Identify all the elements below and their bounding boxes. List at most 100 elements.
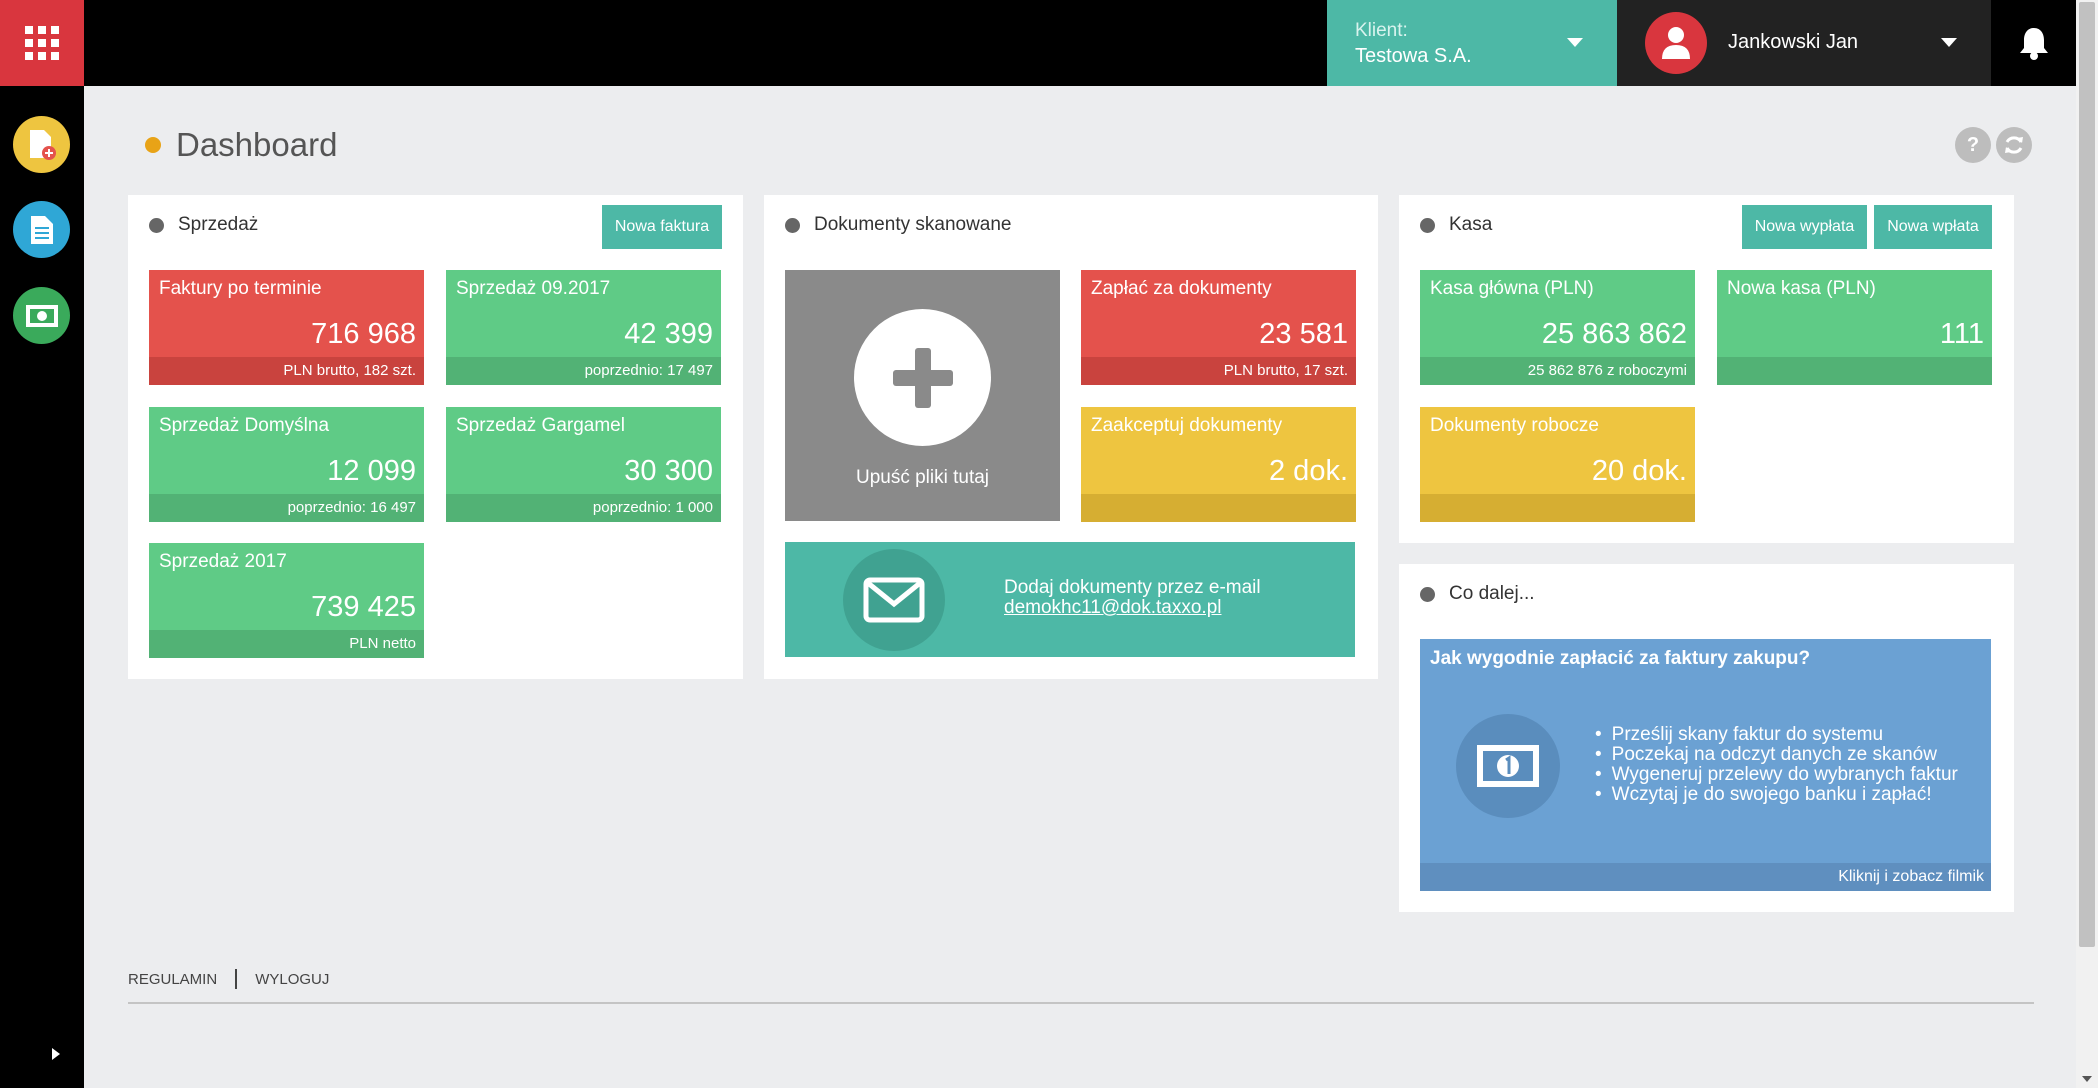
email-address-link[interactable]: demokhc11@dok.taxxo.pl xyxy=(1004,598,1261,618)
refresh-button[interactable] xyxy=(1996,127,2032,163)
chevron-down-icon xyxy=(1941,38,1957,47)
tile-value: 20 dok. xyxy=(1591,455,1687,487)
client-selector[interactable]: Klient: Testowa S.A. xyxy=(1327,0,1617,86)
scanned-documents-panel: Dokumenty skanowane Upuść pliki tutaj Za… xyxy=(764,195,1378,679)
drop-label: Upuść pliki tutaj xyxy=(855,467,990,488)
scrollbar[interactable] xyxy=(2076,0,2098,1088)
list-item: Wczytaj je do swojego banku i zapłać! xyxy=(1595,785,1958,805)
guide-circle xyxy=(1456,714,1560,818)
page-title: Dashboard xyxy=(176,126,338,163)
user-menu[interactable]: Jankowski Jan xyxy=(1617,0,1991,86)
panel-dot xyxy=(785,217,800,233)
sidebar-expand-arrow[interactable] xyxy=(52,1048,60,1060)
tile-footer: PLN brutto, 182 szt. xyxy=(149,357,424,385)
guide-steps-list: Prześlij skany faktur do systemu Poczeka… xyxy=(1595,725,1958,805)
scrollbar-thumb[interactable] xyxy=(2079,2,2095,947)
sales-year-tile[interactable]: Sprzedaż 2017 739 425 PLN netto xyxy=(149,543,424,658)
email-circle xyxy=(843,549,945,651)
cash-panel-header: Kasa xyxy=(1420,214,1492,236)
panel-dot xyxy=(1420,586,1435,602)
what-next-panel-title: Co dalej... xyxy=(1449,583,1535,604)
email-caption: Dodaj dokumenty przez e-mail xyxy=(1004,577,1261,598)
help-icon: ? xyxy=(1966,133,1980,156)
new-payin-button[interactable]: Nowa wpłata xyxy=(1874,205,1992,249)
chevron-down-icon xyxy=(1567,38,1583,47)
tile-value: 12 099 xyxy=(327,455,416,487)
overdue-invoices-tile[interactable]: Faktury po terminie 716 968 PLN brutto, … xyxy=(149,270,424,385)
help-button[interactable]: ? xyxy=(1955,127,1991,163)
guide-title: Jak wygodnie zapłacić za faktury zakupu? xyxy=(1430,648,1811,669)
sales-gargamel-tile[interactable]: Sprzedaż Gargamel 30 300 poprzednio: 1 0… xyxy=(446,407,721,522)
tile-label: Sprzedaż 09.2017 xyxy=(456,278,611,299)
page-header: Dashboard xyxy=(145,126,337,164)
scroll-down-arrow[interactable] xyxy=(2082,1076,2092,1082)
tile-label: Dokumenty robocze xyxy=(1430,415,1599,436)
status-dot xyxy=(145,137,161,153)
sales-default-tile[interactable]: Sprzedaż Domyślna 12 099 poprzednio: 16 … xyxy=(149,407,424,522)
logout-link[interactable]: WYLOGUJ xyxy=(255,971,329,988)
notifications-button[interactable] xyxy=(1991,0,2076,86)
refresh-icon xyxy=(2005,136,2023,154)
list-item: Prześlij skany faktur do systemu xyxy=(1595,725,1958,745)
tile-footer: poprzednio: 16 497 xyxy=(149,494,424,522)
email-text: Dodaj dokumenty przez e-mail demokhc11@d… xyxy=(1004,578,1261,618)
list-item: Wygeneruj przelewy do wybranych faktur xyxy=(1595,765,1958,785)
tile-label: Zaakceptuj dokumenty xyxy=(1091,415,1283,436)
tile-value: 42 399 xyxy=(624,318,713,350)
drop-circle xyxy=(854,309,991,446)
new-payout-button[interactable]: Nowa wypłata xyxy=(1742,205,1867,249)
user-icon xyxy=(1662,27,1690,59)
new-invoice-button[interactable]: Nowa faktura xyxy=(602,205,722,249)
avatar xyxy=(1645,12,1707,74)
accept-documents-tile[interactable]: Zaakceptuj dokumenty 2 dok. xyxy=(1081,407,1356,522)
footer-divider xyxy=(235,969,238,989)
top-bar: Klient: Testowa S.A. Jankowski Jan xyxy=(0,0,2076,86)
pay-documents-tile[interactable]: Zapłać za dokumenty 23 581 PLN brutto, 1… xyxy=(1081,270,1356,385)
payment-guide-card[interactable]: Jak wygodnie zapłacić za faktury zakupu?… xyxy=(1420,639,1991,891)
tile-value: 111 xyxy=(1939,318,1984,350)
scanned-panel-header: Dokumenty skanowane xyxy=(785,214,1012,236)
tile-label: Sprzedaż Gargamel xyxy=(456,415,625,436)
sales-month-tile[interactable]: Sprzedaż 09.2017 42 399 poprzednio: 17 4… xyxy=(446,270,721,385)
cash-panel: Kasa Nowa wypłata Nowa wpłata Kasa główn… xyxy=(1399,195,2014,543)
draft-documents-tile[interactable]: Dokumenty robocze 20 dok. xyxy=(1420,407,1695,522)
new-cash-tile[interactable]: Nowa kasa (PLN) 111 xyxy=(1717,270,1992,385)
what-next-panel-header: Co dalej... xyxy=(1420,583,1535,605)
file-drop-zone[interactable]: Upuść pliki tutaj xyxy=(785,270,1060,521)
tile-value: 23 581 xyxy=(1259,318,1348,350)
sales-panel: Sprzedaż Nowa faktura Faktury po termini… xyxy=(128,195,743,679)
email-upload-tile[interactable]: Dodaj dokumenty przez e-mail demokhc11@d… xyxy=(785,542,1355,657)
envelope-icon xyxy=(863,577,925,623)
list-item: Poczekaj na odczyt danych ze skanów xyxy=(1595,745,1958,765)
sidebar-item-cash[interactable] xyxy=(13,287,70,344)
user-name: Jankowski Jan xyxy=(1728,31,1859,53)
sales-panel-title: Sprzedaż xyxy=(178,214,259,235)
banknote-icon xyxy=(1477,745,1539,787)
client-value: Testowa S.A. xyxy=(1355,45,1472,67)
apps-menu-button[interactable] xyxy=(0,0,84,86)
document-icon xyxy=(30,215,53,244)
tile-value: 25 863 862 xyxy=(1541,318,1687,350)
main-cash-tile[interactable]: Kasa główna (PLN) 25 863 862 25 862 876 … xyxy=(1420,270,1695,385)
watch-video-link[interactable]: Kliknij i zobacz filmik xyxy=(1420,863,1991,891)
footer-divider-line xyxy=(128,1002,2034,1004)
tile-footer: PLN netto xyxy=(149,630,424,658)
tile-label: Faktury po terminie xyxy=(159,278,322,299)
tile-value: 30 300 xyxy=(624,455,713,487)
tile-footer: PLN brutto, 17 szt. xyxy=(1081,357,1356,385)
tile-value: 739 425 xyxy=(311,591,416,623)
tile-label: Nowa kasa (PLN) xyxy=(1727,278,1876,299)
sidebar-item-add-document[interactable] xyxy=(13,116,70,173)
sidebar-item-documents[interactable] xyxy=(13,201,70,258)
tile-footer xyxy=(1420,494,1695,522)
tile-footer: 25 862 876 z roboczymi xyxy=(1420,357,1695,385)
tile-label: Sprzedaż 2017 xyxy=(159,551,287,572)
footer: REGULAMIN WYLOGUJ xyxy=(128,969,329,989)
add-document-icon xyxy=(29,129,56,160)
tile-footer xyxy=(1717,357,1992,385)
terms-link[interactable]: REGULAMIN xyxy=(128,971,217,988)
plus-icon xyxy=(892,347,953,408)
tile-footer: poprzednio: 1 000 xyxy=(446,494,721,522)
tile-footer xyxy=(1081,494,1356,522)
scanned-panel-title: Dokumenty skanowane xyxy=(814,214,1012,235)
